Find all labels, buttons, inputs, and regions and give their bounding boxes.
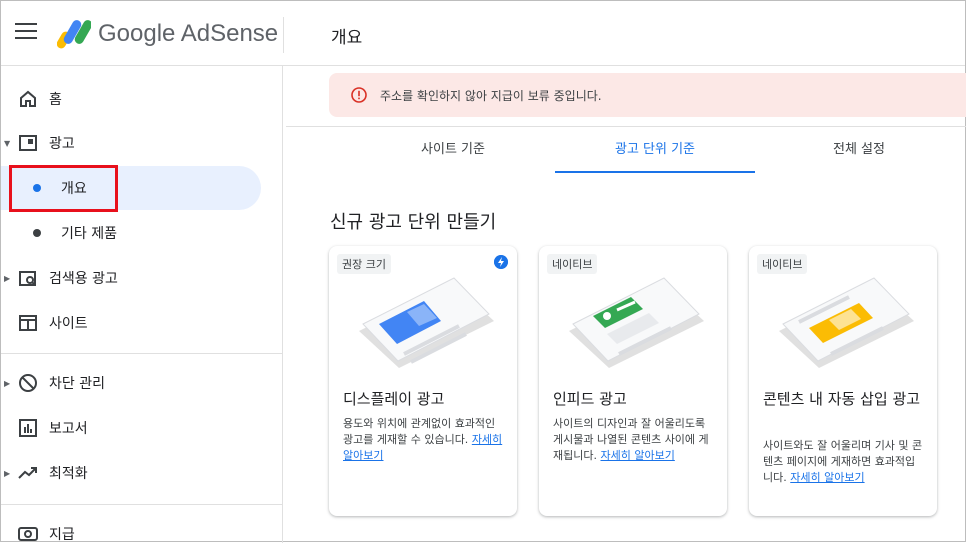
tab-bar: 사이트 기준 광고 단위 기준 전체 설정 xyxy=(353,129,966,173)
block-icon xyxy=(18,373,38,393)
alert-banner: 주소를 확인하지 않아 지급이 보류 중입니다. xyxy=(329,73,966,117)
sidebar-item-label: 사이트 xyxy=(49,316,88,332)
tab-by-site[interactable]: 사이트 기준 xyxy=(353,129,553,171)
sidebar-divider xyxy=(1,504,282,505)
home-icon xyxy=(18,89,38,109)
inarticle-ad-illustration xyxy=(779,277,914,368)
alert-text: 주소를 확인하지 않아 지급이 보류 중입니다. xyxy=(380,89,602,103)
sidebar-item-label: 최적화 xyxy=(49,466,88,482)
section-title: 신규 광고 단위 만들기 xyxy=(330,212,497,233)
caret-right-icon: ▶ xyxy=(4,273,11,283)
page-title: 개요 xyxy=(331,28,363,48)
optimize-icon xyxy=(18,463,38,483)
sidebar-item-label: 개요 xyxy=(61,181,87,197)
bullet-icon xyxy=(33,229,41,237)
sidebar-item-other-products[interactable]: 기타 제품 xyxy=(1,211,282,255)
reports-icon xyxy=(18,418,38,438)
tab-by-ad-unit[interactable]: 광고 단위 기준 xyxy=(555,129,755,173)
error-icon xyxy=(351,87,367,103)
sidebar-item-blocking[interactable]: ▶ 차단 관리 xyxy=(1,361,282,405)
sidebar-item-payments[interactable]: 지급 xyxy=(1,512,282,556)
caret-right-icon: ▶ xyxy=(4,468,11,478)
sidebar-item-label: 지급 xyxy=(49,527,75,543)
ad-unit-card-inarticle[interactable]: 네이티브 콘텐츠 내 자동 삽입 광고 사이트와도 잘 어울리며 기사 및 콘텐… xyxy=(749,246,937,516)
sidebar-item-ads[interactable]: ▼ 광고 xyxy=(1,121,282,165)
sidebar-item-label: 보고서 xyxy=(49,421,88,437)
sidebar-item-label: 홈 xyxy=(49,92,62,108)
sidebar-item-reports[interactable]: 보고서 xyxy=(1,406,282,450)
ad-unit-card-display[interactable]: 권장 크기 디스플레이 광고 용도와 위치에 관계없이 효과적인 광고를 게재할… xyxy=(329,246,517,516)
ads-icon xyxy=(18,133,38,153)
sidebar-item-label: 검색용 광고 xyxy=(49,271,118,287)
bullet-icon xyxy=(33,184,41,192)
card-title: 콘텐츠 내 자동 삽입 광고 xyxy=(763,390,921,408)
card-chip: 네이티브 xyxy=(547,254,598,274)
display-ad-illustration xyxy=(359,277,494,368)
adsense-logo xyxy=(57,20,91,49)
card-description: 사이트와도 잘 어울리며 기사 및 콘텐츠 페이지에 게재하면 효과적입니다. … xyxy=(763,438,923,486)
learn-more-link[interactable]: 자세히 알아보기 xyxy=(790,471,864,484)
sidebar-item-search-ads[interactable]: ▶ 검색용 광고 xyxy=(1,256,282,300)
card-chip: 권장 크기 xyxy=(337,254,391,274)
learn-more-link[interactable]: 자세히 알아보기 xyxy=(600,449,674,462)
infeed-ad-illustration xyxy=(569,277,704,368)
app-header: Google AdSense 개요 xyxy=(1,1,965,66)
menu-icon[interactable] xyxy=(15,23,37,41)
caret-down-icon: ▼ xyxy=(4,138,11,148)
tab-global-settings[interactable]: 전체 설정 xyxy=(759,129,959,171)
sidebar: 홈 ▼ 광고 개요 기타 제품 ▶ 검색용 광고 사이트 ▶ 차단 관리 보고서… xyxy=(1,66,283,543)
sidebar-item-overview[interactable]: 개요 xyxy=(1,166,261,210)
card-description: 용도와 위치에 관계없이 효과적인 광고를 게재할 수 있습니다. 자세히 알아… xyxy=(343,416,503,464)
sites-icon xyxy=(18,313,38,333)
sidebar-item-optimize[interactable]: ▶ 최적화 xyxy=(1,451,282,495)
sidebar-item-label: 광고 xyxy=(49,136,75,152)
bolt-icon xyxy=(494,255,508,269)
content-divider xyxy=(286,126,966,127)
brand-name: Google AdSense xyxy=(98,20,279,47)
sidebar-item-sites[interactable]: 사이트 xyxy=(1,301,282,345)
card-description: 사이트의 디자인과 잘 어울리도록 게시물과 나열된 콘텐츠 사이에 게재됩니다… xyxy=(553,416,713,464)
payments-icon xyxy=(18,524,38,544)
card-chip: 네이티브 xyxy=(757,254,808,274)
header-divider xyxy=(283,17,284,53)
ad-unit-card-infeed[interactable]: 네이티브 인피드 광고 사이트의 디자인과 잘 어울리도록 게시물과 나열된 콘… xyxy=(539,246,727,516)
sidebar-divider xyxy=(1,353,282,354)
sidebar-item-label: 차단 관리 xyxy=(49,376,105,392)
card-title: 디스플레이 광고 xyxy=(343,390,445,408)
caret-right-icon: ▶ xyxy=(4,378,11,388)
card-title: 인피드 광고 xyxy=(553,390,627,408)
sidebar-item-label: 기타 제품 xyxy=(61,226,117,242)
search-ads-icon xyxy=(18,268,38,288)
sidebar-item-home[interactable]: 홈 xyxy=(1,77,282,121)
